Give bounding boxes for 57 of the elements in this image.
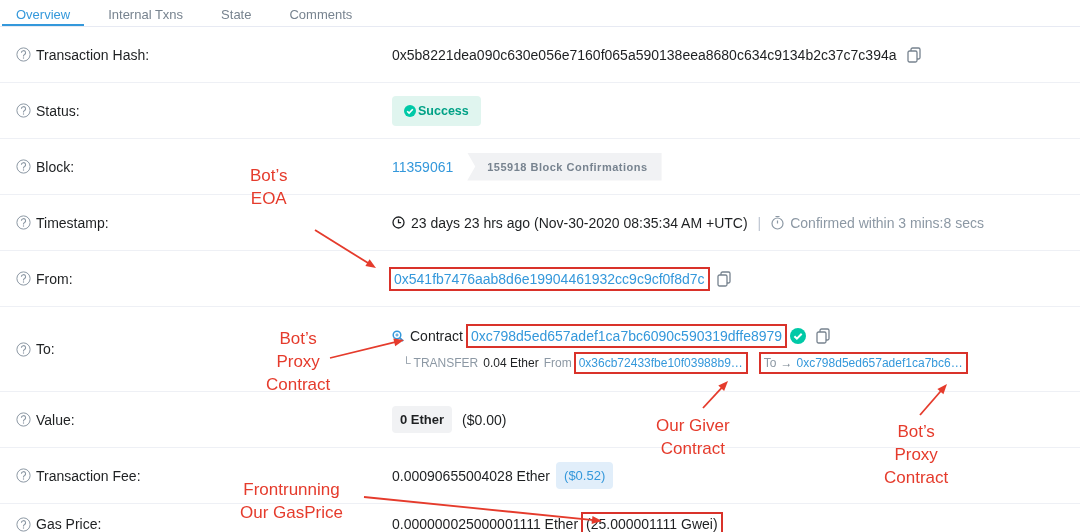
annotation-text: Bot’s Proxy Contract [884,421,949,489]
help-icon [16,159,31,174]
field-label: Transaction Hash: [36,46,150,63]
confirmations-badge: 155918 Block Confirmations [467,152,662,181]
field-label: Status: [36,102,80,119]
tab[interactable]: Overview [2,0,85,26]
arrow-glyph: → [780,356,793,370]
from-label: From [543,356,572,370]
address-link[interactable]: 0xc798d5ed657adef1ca7bc6… [796,356,963,370]
tab[interactable]: State [207,0,266,26]
address-link[interactable]: 11359061 [392,158,454,175]
field-label: Gas Price: [36,516,102,532]
field-label: Transaction Fee: [36,467,141,484]
field-label: Block: [36,158,75,175]
help-icon [16,103,31,118]
search-icon [392,330,404,342]
help-icon [16,468,31,483]
help-icon [16,516,31,532]
help-icon [16,271,31,286]
transfer-tag: └ TRANSFER [402,356,479,370]
fee-amount: 0.00090655004028 Ether [392,467,551,484]
gwei-value: (25.000001111 Gwei) [584,515,720,532]
annotation-text: Bot’s Proxy Contract [266,328,331,396]
clock-icon [392,216,405,229]
timestamp-text: 23 days 23 hrs ago (Nov-30-2020 08:35:34 AM +UTC) [411,214,748,231]
address-link[interactable]: 0x541fb7476aab8d6e19904461932cc9c9cf0f8d7c [392,269,707,288]
field-label: Timestamp: [36,214,109,231]
tab[interactable]: Internal Txns [94,0,198,26]
confirmation-time: Confirmed within 3 mins:8 secs [790,214,984,231]
address-link[interactable]: 0x36cb72433fbe10f03988b9… [576,355,745,371]
value-badge: 0 Ether [392,406,453,433]
copy-icon[interactable] [816,328,831,344]
field-label: Value: [36,411,75,428]
annotation-text: Our Giver Contract [656,415,730,460]
tab[interactable]: Comments [275,0,367,26]
value-usd: ($0.00) [462,411,507,428]
help-icon [16,412,31,427]
help-icon [16,341,31,357]
fee-usd-badge: ($0.52) [556,462,614,489]
help-icon [16,47,31,62]
copy-icon[interactable] [906,46,921,63]
help-icon [16,215,31,230]
copy-icon[interactable] [716,270,731,287]
transfer-amount: 0.04 Ether [483,356,539,370]
stopwatch-icon [771,215,785,230]
to-label: To [763,356,777,370]
field-label: To: [36,341,55,357]
annotation-text: Bot’s EOA [250,165,288,210]
field-label: From: [36,270,73,287]
transaction-hash: 0x5b8221dea090c630e056e7160f065a590138eea8680c634c9134b2c37c7c394a [392,46,897,63]
check-circle-icon [404,104,416,117]
address-link[interactable]: 0xc798d5ed657adef1ca7bc6090c590319dffe8979 [468,327,785,345]
gas-price: 0.000000025000001111 Ether [392,516,579,532]
contract-label: Contract [410,328,463,344]
annotation-text: Frontrunning Our GasPrice [240,479,343,524]
separator: | [757,214,762,231]
status-badge: Success [392,95,481,126]
